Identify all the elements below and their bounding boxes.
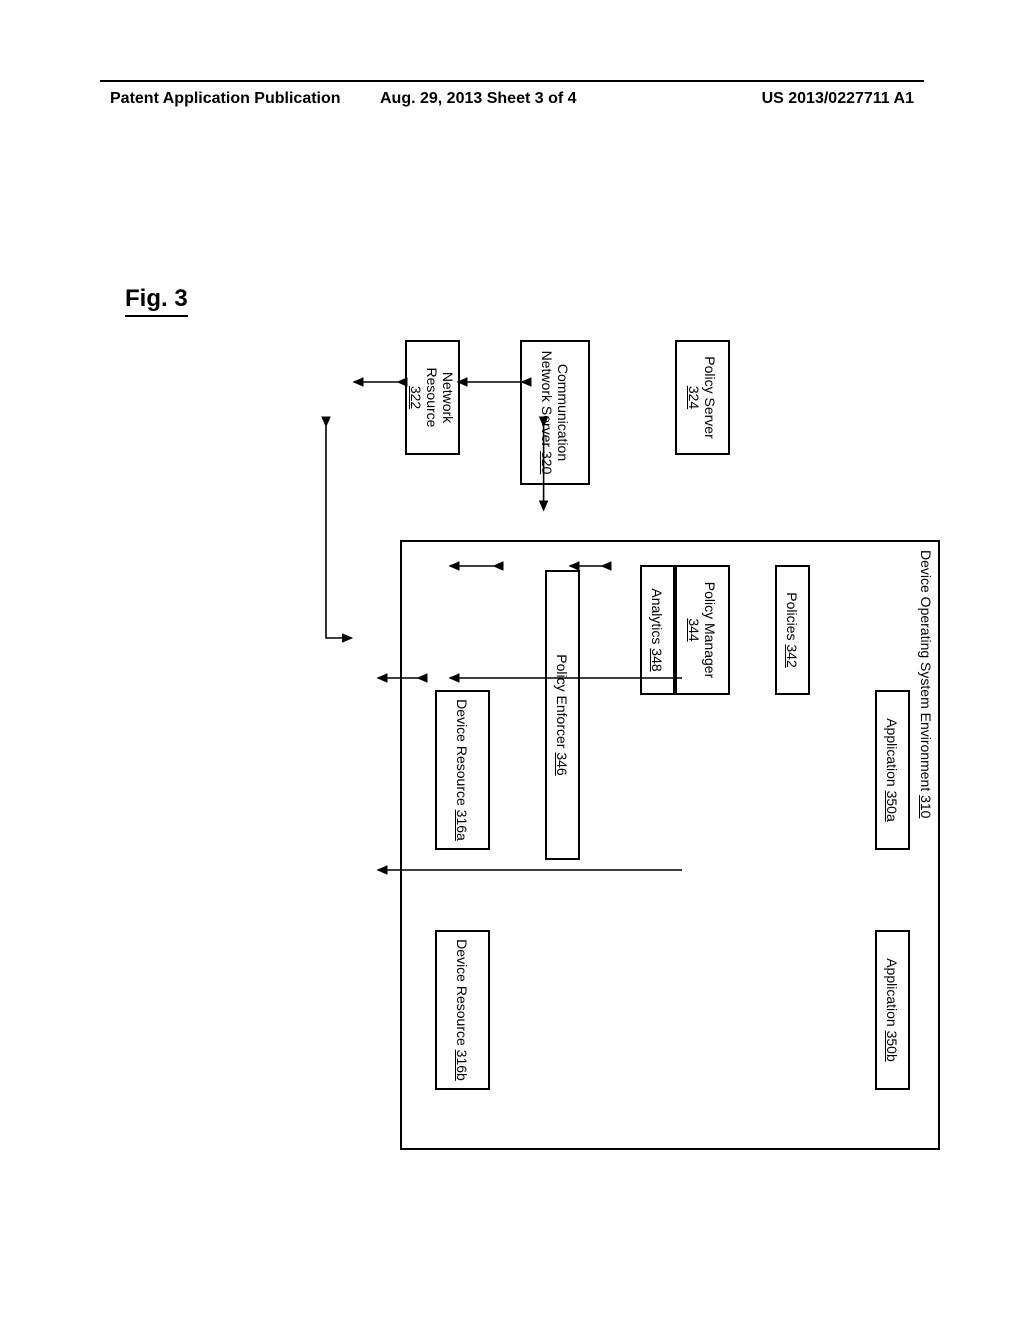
app-a-text: Application bbox=[885, 718, 901, 787]
app-a-num: 350a bbox=[885, 791, 901, 822]
resource-b-num: 316b bbox=[455, 1050, 471, 1081]
communication-network-box: Communication Network Server 320 bbox=[520, 340, 590, 485]
device-resource-316a-box: Device Resource 316a bbox=[435, 690, 490, 850]
enforcer-num: 346 bbox=[555, 752, 571, 775]
env-label-num: 310 bbox=[918, 795, 934, 818]
comm-network-num: 320 bbox=[539, 451, 555, 474]
header-right: US 2013/0227711 A1 bbox=[762, 90, 914, 108]
resource-a-num: 316a bbox=[455, 810, 471, 841]
comm-network-text: Communication Network Server bbox=[539, 351, 571, 461]
policy-mgr-text: Policy Manager bbox=[703, 582, 719, 679]
analytics-box: Analytics 348 bbox=[640, 565, 675, 695]
policy-manager-box: Policy Manager 344 bbox=[675, 565, 730, 695]
net-resource-text: Network Resource bbox=[425, 368, 457, 428]
header-left: Patent Application Publication bbox=[110, 90, 341, 108]
environment-label: Device Operating System Environment 310 bbox=[918, 550, 934, 818]
policies-text: Policies bbox=[785, 592, 801, 640]
policy-enforcer-box: Policy Enforcer 346 bbox=[545, 570, 580, 860]
application-350b-box: Application 350b bbox=[875, 930, 910, 1090]
network-resource-box: Network Resource322 bbox=[405, 340, 460, 455]
app-b-text: Application bbox=[885, 958, 901, 1027]
application-350a-box: Application 350a bbox=[875, 690, 910, 850]
resource-a-text: Device Resource bbox=[455, 699, 471, 806]
analytics-text: Analytics bbox=[650, 588, 666, 644]
device-resource-316b-box: Device Resource 316b bbox=[435, 930, 490, 1090]
resource-b-text: Device Resource bbox=[455, 939, 471, 1046]
policy-mgr-num: 344 bbox=[687, 618, 703, 641]
enforcer-text: Policy Enforcer bbox=[555, 654, 571, 748]
app-b-num: 350b bbox=[885, 1031, 901, 1062]
header-divider bbox=[100, 80, 924, 82]
diagram-container: Device Operating System Environment 310 … bbox=[60, 310, 960, 1030]
policy-server-num: 324 bbox=[687, 386, 703, 409]
policies-box: Policies 342 bbox=[775, 565, 810, 695]
policy-server-text: Policy Server bbox=[703, 356, 719, 438]
env-label-text: Device Operating System Environment bbox=[918, 550, 934, 791]
policies-num: 342 bbox=[785, 644, 801, 667]
policy-server-box: Policy Server324 bbox=[675, 340, 730, 455]
net-resource-num: 322 bbox=[409, 386, 425, 409]
analytics-num: 348 bbox=[650, 648, 666, 671]
header-center: Aug. 29, 2013 Sheet 3 of 4 bbox=[380, 90, 577, 108]
